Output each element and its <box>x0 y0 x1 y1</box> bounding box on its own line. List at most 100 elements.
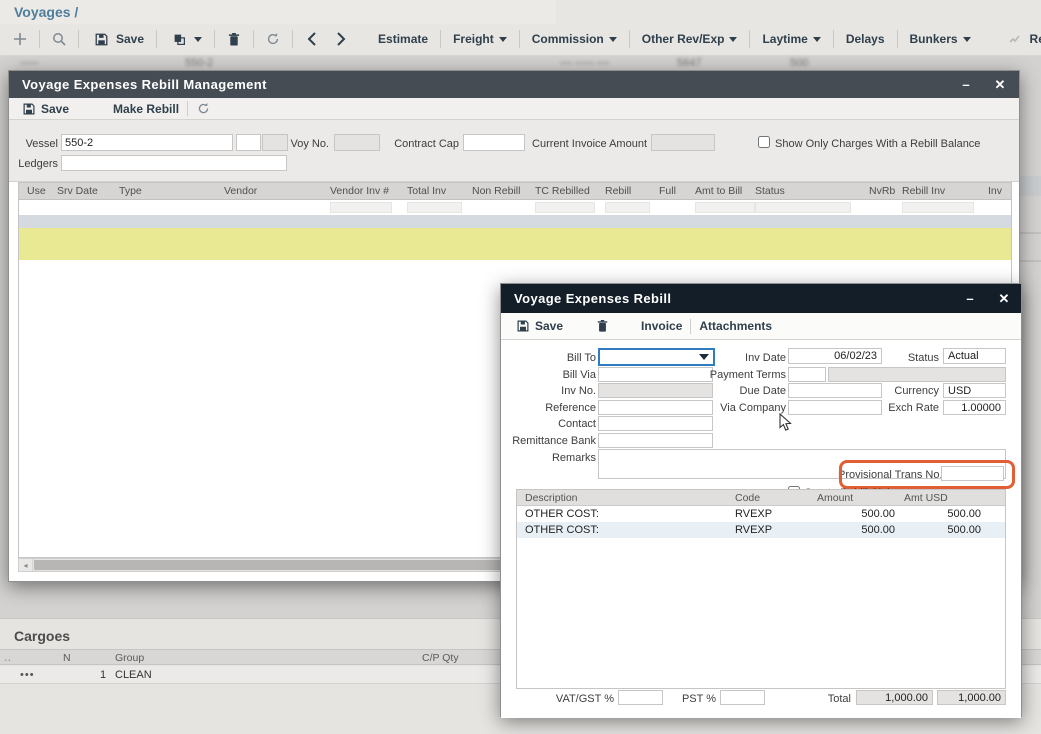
refresh-icon[interactable] <box>196 102 210 116</box>
col-tc-rebilled: TC Rebilled <box>535 185 590 197</box>
separator <box>253 30 254 48</box>
freight-menu[interactable]: Freight <box>450 32 510 46</box>
previous-icon[interactable] <box>302 29 322 49</box>
copy-menu-button[interactable] <box>166 29 205 49</box>
col-full: Full <box>659 185 676 197</box>
minimize-button[interactable]: – <box>953 71 979 98</box>
attachments-tab[interactable]: Attachments <box>699 319 772 333</box>
ledgers-label: Ledgers <box>9 158 58 170</box>
grid-filter-row[interactable] <box>19 200 1011 215</box>
pst-input[interactable] <box>720 690 765 705</box>
close-button[interactable]: ✕ <box>987 71 1013 98</box>
dialog-titlebar[interactable]: Voyage Expenses Rebill Management – ✕ <box>9 71 1019 98</box>
delays-button[interactable]: Delays <box>843 32 888 46</box>
grid-row-selected[interactable] <box>19 215 1011 228</box>
refresh-icon[interactable] <box>263 29 283 49</box>
payment-terms-input[interactable] <box>788 367 826 382</box>
breadcrumb-voyages[interactable]: Voyages / <box>14 4 78 20</box>
close-button[interactable]: ✕ <box>991 284 1017 313</box>
due-date-input[interactable] <box>788 383 882 398</box>
vat-gst-label: VAT/GST % <box>534 693 614 705</box>
pst-label: PST % <box>666 693 716 705</box>
vessel-code-input[interactable] <box>236 134 261 151</box>
status-label: Status <box>879 352 939 364</box>
cargo-col-group: Group <box>115 652 144 664</box>
inv-date-field[interactable]: 06/02/23 <box>788 348 882 364</box>
reports-menu[interactable]: Reports <box>1002 29 1041 49</box>
laytime-menu[interactable]: Laytime <box>759 32 823 46</box>
col-amount: Amount <box>817 492 853 504</box>
charges-grid-header[interactable]: Use Srv Date Type Vendor Vendor Inv # To… <box>19 183 1011 200</box>
background-right-strip <box>1020 56 1041 618</box>
add-icon[interactable] <box>10 29 30 49</box>
cargo-col-menu: ‥ <box>4 652 11 664</box>
via-company-input[interactable] <box>788 400 882 415</box>
next-icon[interactable] <box>331 29 351 49</box>
grid-row-highlighted[interactable] <box>19 228 1011 260</box>
separator <box>39 30 40 48</box>
separator <box>214 30 215 48</box>
dialog-toolbar: Save Make Rebill <box>9 98 1019 120</box>
background-page-row: ‒‒‒ 550-2 ‒‒ ‒‒‒ ‒‒ 5647 500 <box>0 57 1041 71</box>
main-toolbar: Save Est <box>10 26 1041 52</box>
other-rev-exp-menu[interactable]: Other Rev/Exp <box>639 32 741 46</box>
bg-amount: 500 <box>790 57 808 69</box>
app-screen: Voyages / Save <box>0 0 1041 734</box>
payment-terms-description-field <box>828 367 1006 382</box>
vessel-input[interactable] <box>61 134 233 151</box>
estimate-button[interactable]: Estimate <box>375 32 431 46</box>
cargoes-title: Cargoes <box>14 628 70 644</box>
separator <box>78 30 79 48</box>
chevron-down-icon <box>609 37 617 42</box>
dialog-titlebar[interactable]: Voyage Expenses Rebill – ✕ <box>501 284 1021 313</box>
contact-input[interactable] <box>598 416 713 431</box>
inv-no-label: Inv No. <box>501 385 596 397</box>
save-disk-icon <box>91 29 111 49</box>
col-rebill-inv: Rebill Inv <box>902 185 945 197</box>
remittance-bank-input[interactable] <box>598 433 713 448</box>
save-button[interactable]: Save <box>88 29 147 49</box>
total-label: Total <box>801 693 851 705</box>
minimize-button[interactable]: – <box>957 284 983 313</box>
vat-gst-input[interactable] <box>618 690 663 705</box>
report-chart-icon <box>1005 29 1025 49</box>
col-amt-usd: Amt USD <box>904 492 948 504</box>
line-item-row[interactable]: OTHER COST: RVEXP 500.00 500.00 <box>517 522 1005 538</box>
row-menu-button[interactable]: ••• <box>20 669 35 681</box>
contact-label: Contact <box>501 418 596 430</box>
col-nvrb: NvRb <box>869 185 895 197</box>
cargo-col-n: N <box>63 652 71 664</box>
bill-via-label: Bill Via <box>501 369 596 381</box>
invoice-tab[interactable]: Invoice <box>641 319 682 333</box>
scroll-left-arrow[interactable]: ◂ <box>19 559 33 571</box>
exch-rate-field[interactable]: 1.00000 <box>943 400 1006 415</box>
contract-cap-input[interactable] <box>463 134 525 151</box>
provisional-trans-no-label: Provisional Trans No. <box>838 469 938 481</box>
col-type: Type <box>119 185 142 197</box>
save-button[interactable]: Save <box>22 102 69 116</box>
voy-no-field <box>334 134 380 151</box>
provisional-trans-no-input[interactable] <box>941 466 1004 481</box>
chevron-down-icon <box>963 37 971 42</box>
line-item-row[interactable]: OTHER COST: RVEXP 500.00 500.00 <box>517 506 1005 522</box>
commission-menu[interactable]: Commission <box>529 32 620 46</box>
chevron-down-icon <box>194 37 202 42</box>
current-invoice-amount-label: Current Invoice Amount <box>529 138 647 150</box>
make-rebill-button[interactable]: Make Rebill <box>113 102 179 116</box>
remarks-label: Remarks <box>501 452 596 464</box>
search-icon[interactable] <box>49 29 69 49</box>
bunkers-menu[interactable]: Bunkers <box>907 32 974 46</box>
col-rebill: Rebill <box>605 185 631 197</box>
separator <box>156 30 157 48</box>
save-button[interactable]: Save <box>516 319 563 333</box>
ledgers-input[interactable] <box>61 155 287 171</box>
delete-icon[interactable] <box>595 319 609 333</box>
delete-icon[interactable] <box>224 29 244 49</box>
line-items-header[interactable]: Description Code Amount Amt USD <box>517 490 1005 506</box>
bg-vessel-code: 550-2 <box>185 57 213 69</box>
status-field[interactable]: Actual <box>943 348 1006 364</box>
show-only-rebill-balance-checkbox[interactable] <box>758 136 770 148</box>
currency-field[interactable]: USD <box>943 383 1006 398</box>
col-code: Code <box>735 492 760 504</box>
exch-rate-label: Exch Rate <box>879 402 939 414</box>
